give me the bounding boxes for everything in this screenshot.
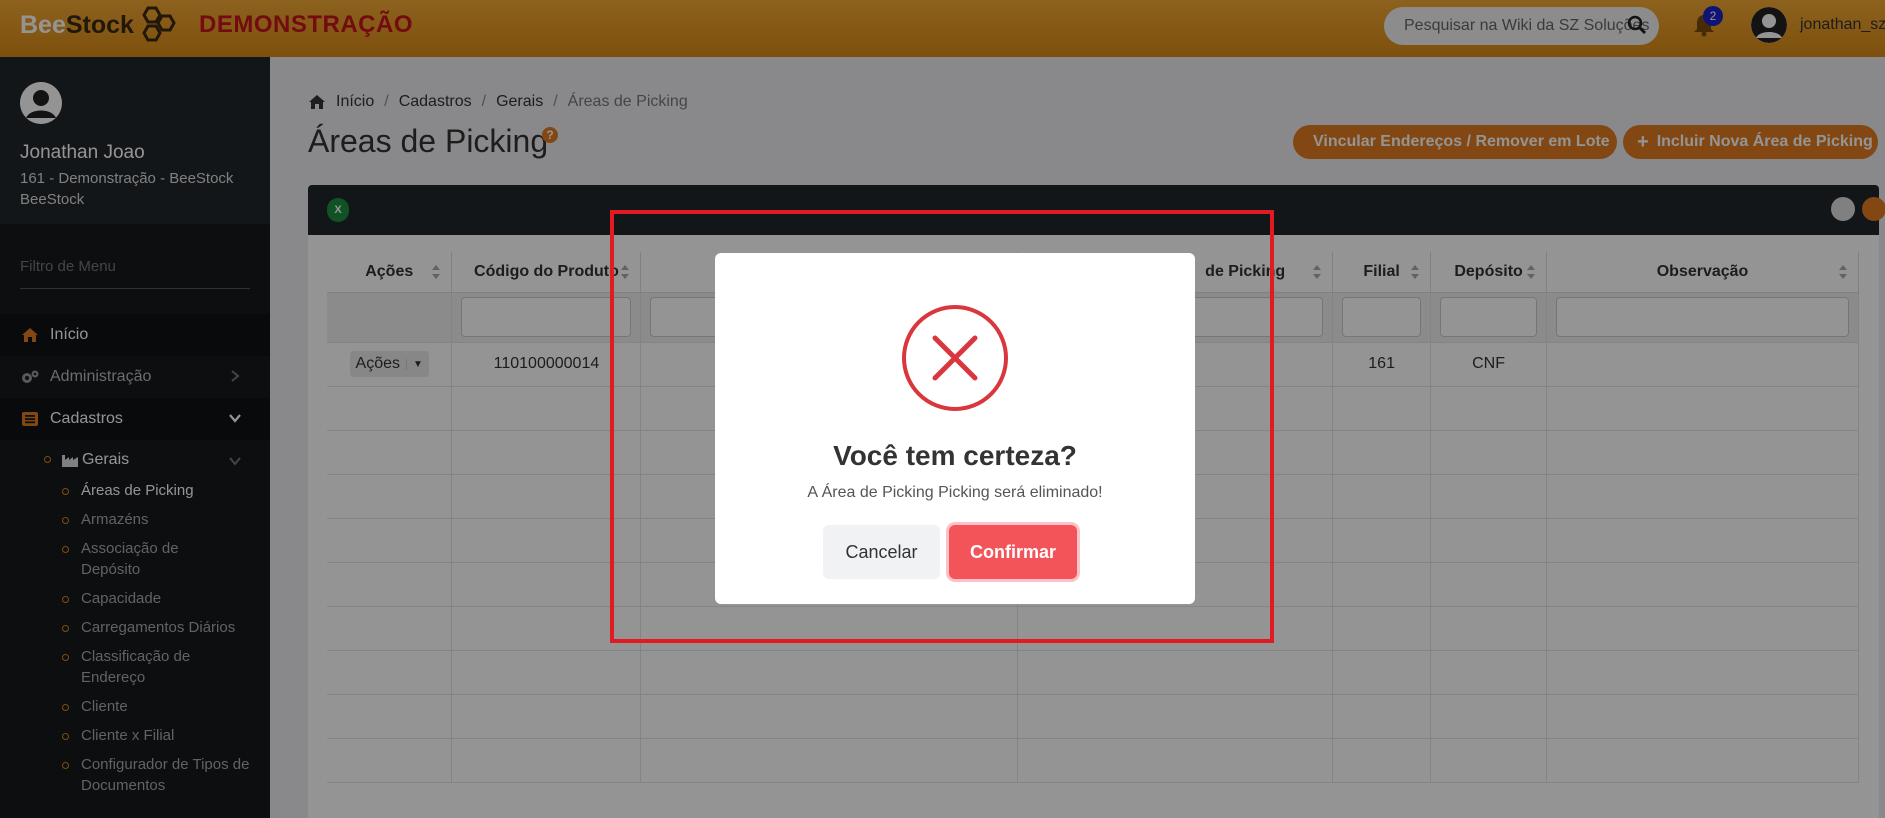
highlight-frame [610,210,1274,643]
